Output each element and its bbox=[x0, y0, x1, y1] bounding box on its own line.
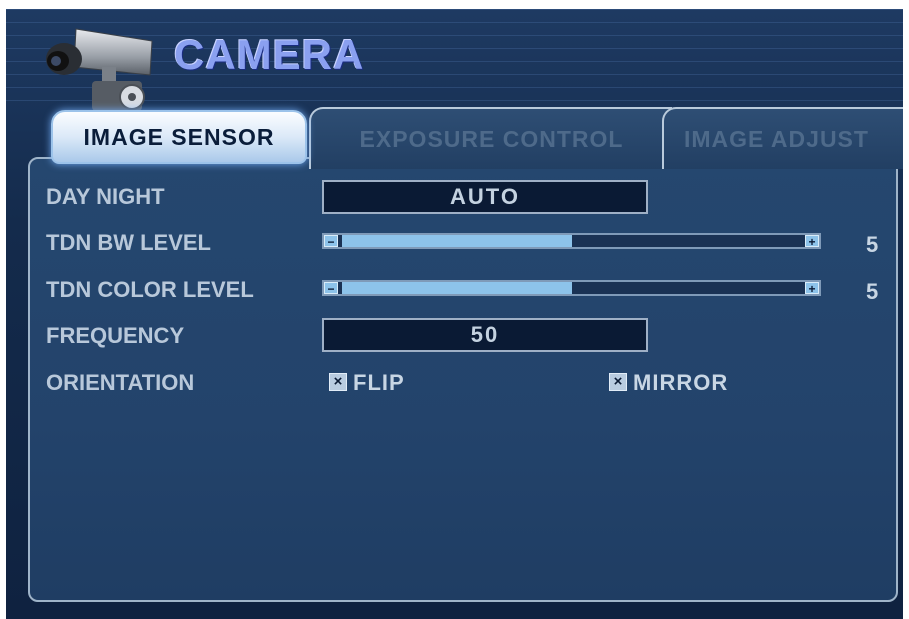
frequency-select[interactable]: 50 bbox=[322, 318, 648, 352]
slider-fill bbox=[342, 235, 572, 247]
tdn-color-level-slider[interactable]: − + bbox=[322, 280, 821, 296]
day-night-select[interactable]: AUTO bbox=[322, 180, 648, 214]
tab-exposure-control[interactable]: EXPOSURE CONTROL bbox=[309, 107, 672, 169]
mirror-label: MIRROR bbox=[633, 370, 729, 395]
slider-fill bbox=[342, 282, 572, 294]
tdn-bw-level-value: 5 bbox=[866, 232, 879, 257]
camera-icon bbox=[46, 28, 153, 111]
flip-checkbox[interactable]: × bbox=[329, 373, 347, 391]
tab-image-sensor[interactable]: IMAGE SENSOR bbox=[51, 110, 307, 164]
slider-minus-button[interactable]: − bbox=[324, 235, 338, 248]
slider-minus-button[interactable]: − bbox=[324, 282, 338, 295]
slider-plus-button[interactable]: + bbox=[805, 282, 819, 295]
camera-menu-screen: CAMERA IMAGE SENSOR EXPOSURE CONTROL IMA… bbox=[6, 9, 903, 619]
tdn-color-level-value: 5 bbox=[866, 279, 879, 304]
tdn-bw-level-label: TDN BW LEVEL bbox=[46, 230, 211, 255]
tab-image-adjust[interactable]: IMAGE ADJUST bbox=[662, 107, 903, 169]
orientation-label: ORIENTATION bbox=[46, 370, 195, 395]
mirror-checkbox[interactable]: × bbox=[609, 373, 627, 391]
frequency-label: FREQUENCY bbox=[46, 323, 185, 348]
flip-label: FLIP bbox=[353, 370, 405, 395]
page-title: CAMERA bbox=[174, 31, 365, 78]
tdn-color-level-label: TDN COLOR LEVEL bbox=[46, 277, 254, 302]
slider-plus-button[interactable]: + bbox=[805, 235, 819, 248]
day-night-label: DAY NIGHT bbox=[46, 184, 165, 209]
tdn-bw-level-slider[interactable]: − + bbox=[322, 233, 821, 249]
